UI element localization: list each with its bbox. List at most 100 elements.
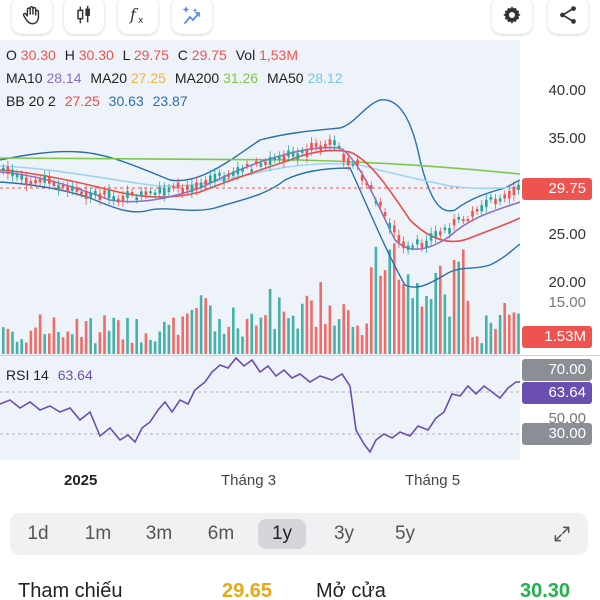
candle-body bbox=[342, 153, 345, 162]
candle-body bbox=[310, 142, 313, 151]
expand-chart-button[interactable] bbox=[538, 519, 586, 549]
candle-body bbox=[140, 191, 143, 197]
candle-body bbox=[199, 182, 203, 188]
volume-bar bbox=[218, 319, 221, 354]
candle-body bbox=[324, 143, 327, 148]
candle-body bbox=[512, 187, 516, 196]
candle-body bbox=[117, 198, 120, 203]
candle-body bbox=[80, 191, 83, 195]
volume-bar bbox=[365, 323, 368, 354]
candle-body bbox=[319, 145, 322, 151]
open-label-quote: Mở cửa bbox=[316, 580, 386, 600]
ai-button[interactable] bbox=[172, 0, 212, 34]
candle-body bbox=[448, 228, 451, 234]
gear-icon bbox=[503, 6, 521, 24]
volume-bar bbox=[480, 343, 483, 354]
candle-body bbox=[374, 200, 378, 204]
candle-body bbox=[480, 205, 483, 212]
candle-body bbox=[112, 196, 115, 201]
volume-bar bbox=[434, 273, 437, 354]
chart-area[interactable]: O 30.30 H 30.30 L 29.75 C 29.75 Vol 1,53… bbox=[0, 40, 600, 460]
volume-bar bbox=[498, 314, 502, 354]
y-tick-35: 35.00 bbox=[548, 130, 586, 147]
timeframe-3y[interactable]: 3y bbox=[320, 519, 368, 549]
candle-body bbox=[158, 186, 161, 194]
timeframe-3m[interactable]: 3m bbox=[135, 519, 183, 549]
volume-bar bbox=[84, 321, 88, 354]
candle-body bbox=[98, 193, 102, 201]
bb-lower-line bbox=[0, 167, 520, 288]
y-tick-25: 25.00 bbox=[548, 226, 586, 243]
y-tick-40: 40.00 bbox=[548, 82, 586, 99]
settings-button[interactable] bbox=[492, 0, 532, 34]
candle-body bbox=[20, 174, 23, 180]
rsi-legend: RSI 14 63.64 bbox=[6, 367, 93, 383]
hand-tool-button[interactable] bbox=[12, 0, 52, 34]
candle-body bbox=[517, 184, 520, 190]
timeframe-1d[interactable]: 1d bbox=[14, 519, 62, 549]
volume-bar bbox=[296, 328, 299, 354]
indicators-button[interactable]: f x bbox=[118, 0, 158, 34]
last-price-tag: 29.75 bbox=[522, 178, 592, 200]
candle-body bbox=[11, 169, 14, 177]
timeframe-6m[interactable]: 6m bbox=[197, 519, 245, 549]
volume-bar bbox=[11, 331, 14, 354]
candle-body bbox=[245, 163, 249, 167]
volume-bar bbox=[324, 323, 327, 354]
bb-legend: BB 20 2 27.25 30.63 23.87 bbox=[6, 93, 193, 109]
volume-bar bbox=[255, 325, 258, 354]
volume-bar bbox=[360, 335, 364, 354]
volume-bar bbox=[305, 295, 309, 354]
volume-bar bbox=[489, 322, 493, 354]
candle-body bbox=[466, 218, 470, 222]
volume-bar bbox=[6, 328, 10, 354]
timeframe-1y[interactable]: 1y bbox=[258, 519, 306, 549]
volume-bar bbox=[342, 304, 345, 354]
timeframe-5y[interactable]: 5y bbox=[381, 519, 429, 549]
volume-bar bbox=[199, 295, 203, 354]
candle-body bbox=[498, 198, 502, 202]
volume-bar bbox=[494, 328, 497, 354]
candle-body bbox=[278, 155, 281, 160]
candle-body bbox=[411, 245, 414, 248]
volume-bar bbox=[57, 331, 60, 354]
volume-bar bbox=[429, 299, 433, 354]
candle-body bbox=[291, 151, 295, 157]
volume-bar bbox=[163, 321, 166, 354]
candle-body bbox=[402, 241, 405, 249]
candle-body bbox=[75, 187, 79, 192]
ohlc-legend: O 30.30 H 30.30 L 29.75 C 29.75 Vol 1,53… bbox=[6, 47, 303, 63]
fx-icon: f x bbox=[129, 5, 144, 26]
candle-body bbox=[485, 199, 488, 208]
timeframe-1m[interactable]: 1m bbox=[74, 519, 122, 549]
volume-bar bbox=[264, 315, 267, 354]
candle-body bbox=[241, 168, 244, 172]
volume-bar bbox=[245, 318, 249, 354]
x-label-march: Tháng 3 bbox=[221, 472, 277, 489]
volume-bar bbox=[117, 320, 120, 354]
volume-bar bbox=[66, 331, 69, 354]
volume-bar bbox=[98, 332, 102, 354]
rsi-70-tag: 70.00 bbox=[522, 359, 592, 381]
candle-body bbox=[172, 185, 175, 189]
candle-body bbox=[236, 167, 240, 175]
volume-bar bbox=[29, 330, 33, 354]
ma200-label: MA200 bbox=[174, 70, 220, 86]
candle-body bbox=[190, 185, 194, 193]
volume-bar bbox=[140, 342, 143, 354]
candle-body bbox=[475, 209, 479, 212]
volume-bar bbox=[485, 315, 488, 354]
candle-body bbox=[43, 176, 46, 183]
share-button[interactable] bbox=[548, 0, 588, 34]
volume-bar bbox=[213, 331, 217, 354]
volume-bar bbox=[383, 270, 387, 354]
volume-bar bbox=[34, 327, 37, 354]
candle-body bbox=[218, 172, 221, 176]
volume-bar bbox=[439, 265, 442, 354]
volume-bar bbox=[190, 309, 194, 354]
volume-bar bbox=[48, 333, 51, 354]
hand-icon bbox=[22, 6, 40, 25]
chart-type-button[interactable] bbox=[64, 0, 104, 34]
volume-bar bbox=[466, 300, 470, 354]
candle-body bbox=[360, 175, 364, 181]
